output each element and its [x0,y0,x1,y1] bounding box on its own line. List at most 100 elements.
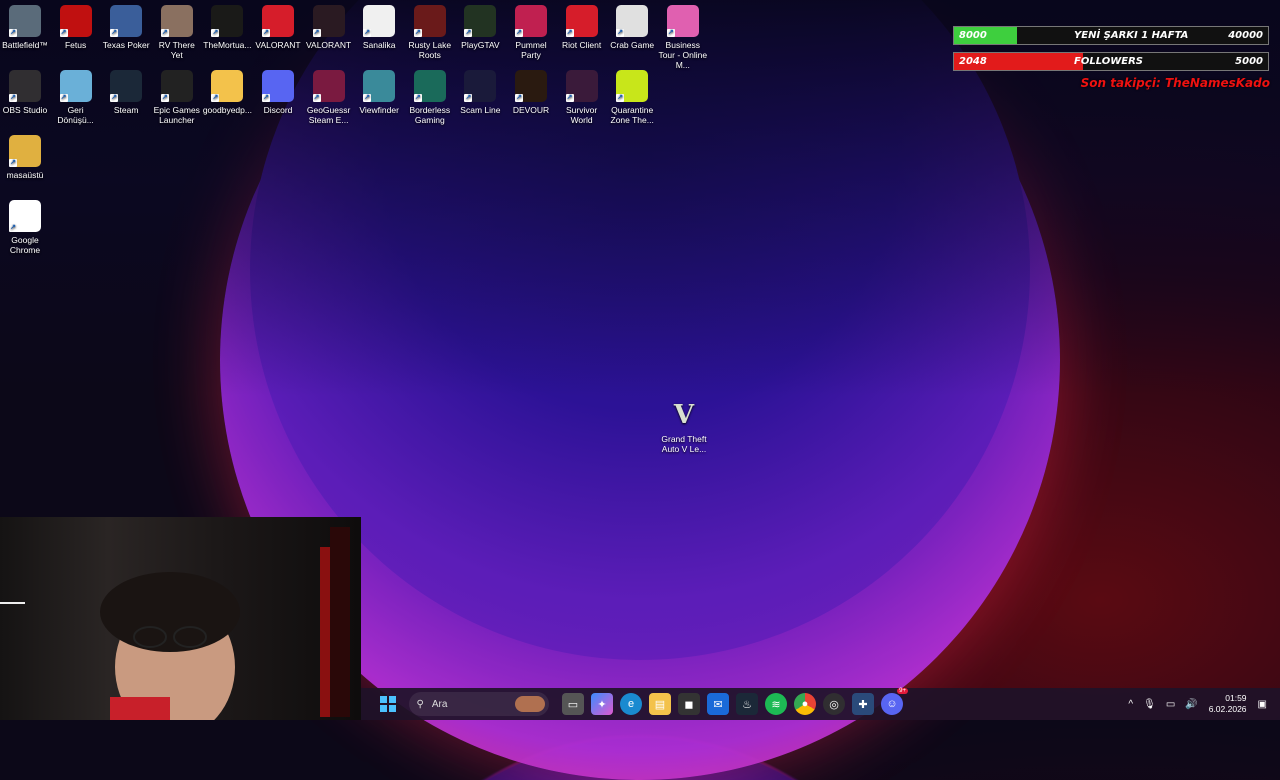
desktop-shortcut-label: OBS Studio [2,105,48,115]
desktop-shortcut[interactable]: ↗ Texas Poker [101,5,151,50]
obs-taskbar-button[interactable]: ◎ [823,693,845,715]
chrome-icon: ↗ [9,200,41,232]
last-follower-label: Son takipçi: TheNamesKado [1080,76,1270,90]
desktop-shortcut[interactable]: ↗ Battlefield™ [0,5,50,50]
desktop-shortcut[interactable]: ↗ Fetus [51,5,101,50]
desktop-shortcut[interactable]: ↗ OBS Studio [0,70,50,115]
desktop-shortcut[interactable]: ↗ Crab Game [607,5,657,50]
volume-icon[interactable]: 🔊 [1185,699,1197,710]
epic-games-icon: ↗ [160,70,193,102]
discord-taskbar-button[interactable]: ☺ 9+ [881,688,908,715]
microphone-icon[interactable]: 🎙 [1143,699,1156,710]
system-tray: ^ 🎙 ▭ 🔊 01:59 6.02.2026 ▣ [1123,688,1272,720]
quarantine-zone-icon: ↗ [616,70,649,102]
shortcut-arrow-icon: ↗ [515,29,523,37]
steam-icon: ↗ [110,70,143,102]
desktop-shortcut[interactable]: ↗ Epic Games Launcher [152,70,202,125]
desktop-shortcut[interactable]: ↗ GeoGuessr Steam E... [304,70,354,125]
shortcut-arrow-icon: ↗ [9,159,17,167]
chrome-taskbar-button[interactable]: ● [794,693,816,715]
shortcut-arrow-icon: ↗ [9,29,17,37]
pummel-party-icon: ↗ [515,5,547,37]
shortcut-arrow-icon: ↗ [565,94,574,102]
shortcut-arrow-icon: ↗ [59,29,68,37]
desktop-shortcut[interactable]: ↗ Google Chrome [0,200,50,255]
goal-title: YENİ ŞARKI 1 HAFTA [1074,30,1189,41]
desktop-shortcut[interactable]: ↗ Sanalika [354,5,404,50]
chevron-up-icon[interactable]: ^ [1128,699,1133,710]
desktop-shortcut-label: goodbyedp... [202,105,252,115]
desktop-shortcut[interactable]: ↗ Discord [253,70,303,115]
desktop-shortcut-label: Battlefield™ [2,40,48,50]
desktop-shortcut[interactable]: ↗ Rusty Lake Roots [405,5,455,60]
sanalika-icon: ↗ [363,5,396,37]
desktop-shortcut[interactable]: ↗ Survivor World [557,70,607,125]
desktop-shortcut-label: VALORANT [306,40,352,50]
desktop-shortcut[interactable]: ↗ Borderless Gaming [405,70,455,125]
desktop-shortcut[interactable]: ↗ Business Tour - Online M... [658,5,708,70]
desktop-shortcut[interactable]: ↗ Quarantine Zone The... [607,70,657,125]
copilot-button[interactable]: ✦ [591,693,613,715]
desktop-shortcut[interactable]: ↗ Scam Line [455,70,505,115]
clock[interactable]: 01:59 6.02.2026 [1209,693,1247,715]
desktop-shortcut[interactable]: ↗ VALORANT [304,5,354,50]
desktop-shortcut-label: Google Chrome [9,235,41,255]
steam-taskbar-button[interactable]: ♨ [736,693,758,715]
followers-current: 2048 [959,56,987,67]
desktop-shortcut[interactable]: ↗ Pummel Party [506,5,556,60]
desktop-shortcut-label: Riot Client [561,40,602,50]
scam-line-icon: ↗ [464,70,497,102]
edge-button[interactable]: e [620,693,642,715]
gtav-icon: V [673,400,695,430]
start-button[interactable] [377,693,399,715]
riot-fist-icon: ↗ [565,5,598,37]
battlefield-icon: ↗ [9,5,41,37]
search-highlight-image [514,696,545,712]
desktop-shortcut-label: masaüstü [6,170,44,180]
desktop-shortcut[interactable]: ↗ TheMortua... [202,5,252,50]
desktop-shortcut[interactable]: ↗ Riot Client [557,5,607,50]
shortcut-arrow-icon: ↗ [110,29,119,37]
goal-current: 8000 [959,30,987,41]
shortcut-arrow-icon: ↗ [464,29,473,37]
desktop-shortcut[interactable]: ↗ VALORANT [253,5,303,50]
desktop-shortcut-gta[interactable]: V Grand Theft Auto V Le... [659,399,709,454]
desktop-shortcut-label: DEVOUR [512,105,550,115]
outlook-button[interactable]: ✉ [707,693,729,715]
store-button[interactable]: ◼ [678,693,700,715]
folder-icon: ↗ [211,70,244,102]
shortcut-arrow-icon: ↗ [262,94,270,102]
desktop-shortcut[interactable]: ↗ Geri Dönüşü... [51,70,101,125]
taskbar-search[interactable]: ⚲ Ara [408,692,549,716]
desktop-shortcut[interactable]: ↗ Viewfinder [354,70,404,115]
desktop-shortcut-label: Quarantine Zone The... [610,105,654,125]
notification-icon[interactable]: ▣ [1258,699,1267,710]
shortcut-arrow-icon: ↗ [464,94,473,102]
shortcut-arrow-icon: ↗ [9,224,17,232]
shortcut-arrow-icon: ↗ [565,29,574,37]
crab-game-icon: ↗ [616,5,649,37]
desktop-shortcut[interactable]: ↗ PlayGTAV [455,5,505,50]
network-icon[interactable]: ▭ [1166,699,1175,710]
desktop-shortcut-label: Pummel Party [515,40,547,60]
borderless-gaming-icon: ↗ [413,70,446,102]
shortcut-arrow-icon: ↗ [363,29,372,37]
desktop-shortcut-label: PlayGTAV [461,40,500,50]
shortcut-arrow-icon: ↗ [413,29,422,37]
app-taskbar-button[interactable]: ✚ [852,693,874,715]
desktop-shortcut[interactable]: ↗ Steam [101,70,151,115]
spotify-button[interactable]: ≋ [765,693,787,715]
desktop-shortcut-label: Sanalika [362,40,396,50]
desktop-shortcut[interactable]: ↗ goodbyedp... [202,70,252,115]
shortcut-arrow-icon: ↗ [515,94,523,102]
desktop-shortcut-label: Epic Games Launcher [153,105,200,125]
recycle-bin-icon: ↗ [59,70,92,102]
devour-icon: ↗ [515,70,547,102]
desktop-shortcut[interactable]: ↗ masaüstü [0,135,50,180]
task-view-button[interactable]: ▭ [562,693,584,715]
shortcut-arrow-icon: ↗ [312,94,321,102]
file-explorer-button[interactable]: ▤ [649,693,671,715]
followers-title: FOLLOWERS [1074,56,1143,67]
desktop-shortcut[interactable]: ↗ RV There Yet [152,5,202,60]
desktop-shortcut[interactable]: ↗ DEVOUR [506,70,556,115]
